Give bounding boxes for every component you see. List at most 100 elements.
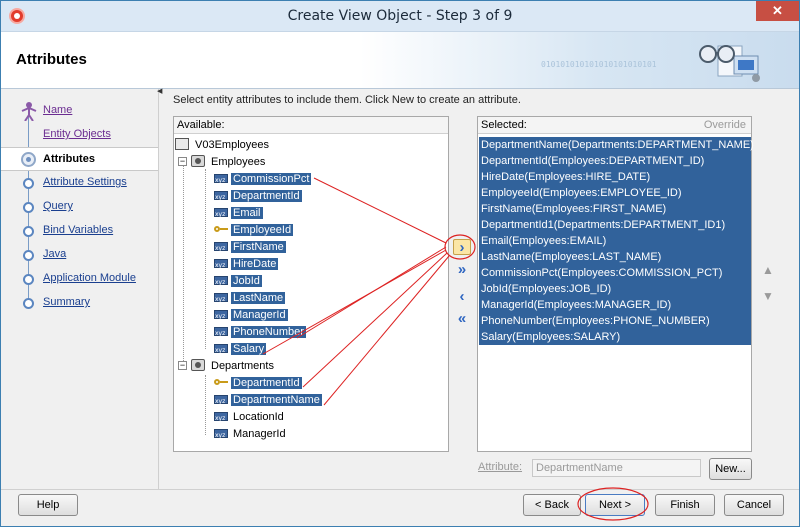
close-button[interactable]: ✕ — [756, 1, 799, 21]
view-object-icon — [175, 138, 189, 151]
nav-step-label[interactable]: Entity Objects — [43, 128, 111, 140]
selected-attr-row[interactable]: Email(Employees:EMAIL) — [479, 233, 751, 249]
nav-step-java[interactable]: Java — [1, 243, 158, 267]
tree-attr-row[interactable]: LastName — [214, 290, 286, 308]
attribute-icon — [214, 206, 228, 223]
attribute-icon — [214, 189, 228, 206]
tree-attr-row[interactable]: DepartmentName — [214, 392, 322, 410]
nav-step-label[interactable]: Summary — [43, 296, 90, 308]
nav-step-name[interactable]: Name — [1, 99, 158, 123]
selected-attr-row[interactable]: LastName(Employees:LAST_NAME) — [479, 249, 751, 265]
tree-attr-row[interactable]: Salary — [214, 341, 267, 359]
nav-step-attribute-settings[interactable]: Attribute Settings — [1, 171, 158, 195]
step-circle-icon — [23, 250, 34, 261]
tree-attr-label: Salary — [231, 343, 267, 355]
header-decoration-text: 010101010101010101010101 — [541, 60, 657, 69]
tree-attr-row[interactable]: PhoneNumber — [214, 324, 306, 342]
tree-attr-label: FirstName — [231, 241, 286, 253]
tree-attr-label: ManagerId — [231, 309, 288, 321]
tree-attr-row[interactable]: DepartmentId — [214, 375, 302, 392]
attribute-icon — [214, 274, 228, 291]
nav-step-application-module[interactable]: Application Module — [1, 267, 158, 291]
tree-attr-row[interactable]: EmployeeId — [214, 222, 294, 239]
selected-attr-row[interactable]: JobId(Employees:JOB_ID) — [479, 281, 751, 297]
tree-root-row[interactable]: V03Employees — [175, 137, 271, 154]
nav-step-bind-variables[interactable]: Bind Variables — [1, 219, 158, 243]
selected-attr-row[interactable]: HireDate(Employees:HIRE_DATE) — [479, 169, 751, 185]
collapse-icon[interactable]: − — [178, 360, 187, 370]
available-header: Available: — [174, 117, 448, 134]
help-button[interactable]: Help — [18, 494, 78, 516]
tree-attr-row[interactable]: Email — [214, 205, 263, 223]
next-button[interactable]: Next > — [585, 494, 645, 516]
selected-attr-row[interactable]: CommissionPct(Employees:COMMISSION_PCT) — [479, 265, 751, 281]
wizard-glasses-icon — [699, 45, 760, 82]
selected-attr-row[interactable]: ManagerId(Employees:MANAGER_ID) — [479, 297, 751, 313]
collapse-icon[interactable]: − — [178, 156, 187, 166]
cancel-button[interactable]: Cancel — [724, 494, 784, 516]
tree-attr-row[interactable]: ManagerId — [214, 426, 288, 444]
nav-step-label[interactable]: Java — [43, 248, 66, 260]
nav-step-label[interactable]: Attribute Settings — [43, 176, 127, 188]
add-all-button[interactable]: » — [453, 262, 471, 278]
add-selected-button[interactable]: › — [453, 239, 471, 255]
attribute-icon — [214, 308, 228, 325]
nav-step-label[interactable]: Query — [43, 200, 73, 212]
available-label: Available: — [177, 119, 225, 131]
tree-attr-label: JobId — [231, 275, 262, 287]
tree-attr-row[interactable]: JobId — [214, 273, 262, 291]
move-down-button[interactable]: ▼ — [760, 289, 776, 303]
selected-label: Selected: — [481, 119, 527, 131]
tree-attr-label: EmployeeId — [231, 224, 294, 236]
tree-attr-row[interactable]: FirstName — [214, 239, 286, 257]
instruction-text: Select entity attributes to include them… — [173, 94, 521, 106]
override-column-header: Override — [703, 119, 746, 131]
tree-guide-line — [205, 375, 206, 435]
selected-attr-row[interactable]: EmployeeId(Employees:EMPLOYEE_ID) — [479, 185, 751, 201]
finish-button[interactable]: Finish — [655, 494, 715, 516]
tree-attr-row[interactable]: DepartmentId — [214, 188, 302, 206]
attribute-icon — [214, 172, 228, 189]
tree-attr-row[interactable]: CommissionPct — [214, 171, 312, 189]
selected-attr-row[interactable]: DepartmentId1(Departments:DEPARTMENT_ID1… — [479, 217, 751, 233]
tree-group-row[interactable]: − Departments — [178, 358, 276, 375]
tree-attr-row[interactable]: HireDate — [214, 256, 279, 274]
remove-selected-button[interactable]: ‹ — [453, 289, 471, 305]
tree-attr-row[interactable]: LocationId — [214, 409, 286, 427]
tree-attr-row[interactable]: ManagerId — [214, 307, 288, 325]
attribute-icon — [214, 410, 228, 427]
step-header: Attributes 010101010101010101010101 — [1, 32, 799, 89]
nav-step-entity-objects[interactable]: Entity Objects — [1, 123, 158, 147]
nav-step-query[interactable]: Query — [1, 195, 158, 219]
nav-step-label[interactable]: Application Module — [43, 272, 136, 284]
attribute-label: Attribute: — [478, 461, 523, 473]
entity-object-icon — [191, 359, 205, 372]
nav-step-attributes[interactable]: Attributes — [1, 147, 158, 171]
available-panel: Available: V03Employees − Employees Commi… — [173, 116, 449, 452]
title-bar: Create View Object - Step 3 of 9 ✕ — [1, 1, 799, 32]
remove-all-button[interactable]: « — [453, 311, 471, 327]
selected-panel: Selected: Override DepartmentName(Depart… — [477, 116, 754, 452]
tree-attr-label: LastName — [231, 292, 286, 304]
selected-attr-row[interactable]: FirstName(Employees:FIRST_NAME) — [479, 201, 751, 217]
attribute-name-field[interactable]: DepartmentName — [532, 459, 701, 477]
attribute-icon — [214, 393, 228, 410]
move-up-button[interactable]: ▲ — [760, 263, 776, 277]
tree-attr-label: DepartmentId — [231, 190, 302, 202]
selected-attr-row[interactable]: DepartmentName(Departments:DEPARTMENT_NA… — [479, 137, 754, 153]
selected-attr-row[interactable]: Salary(Employees:SALARY) — [479, 329, 751, 345]
collapse-nav-icon[interactable]: ◀ — [157, 87, 162, 95]
step-circle-icon — [23, 202, 34, 213]
new-attribute-button[interactable]: New... — [709, 458, 752, 480]
tree-group-row[interactable]: − Employees — [178, 154, 267, 171]
nav-step-label[interactable]: Name — [43, 104, 72, 116]
back-button[interactable]: < Back — [523, 494, 581, 516]
create-view-object-dialog: Create View Object - Step 3 of 9 ✕ Attri… — [0, 0, 800, 527]
nav-step-summary[interactable]: Summary — [1, 291, 158, 315]
selected-attr-row[interactable]: PhoneNumber(Employees:PHONE_NUMBER) — [479, 313, 751, 329]
tree-group-label: Employees — [211, 156, 266, 168]
selected-attr-row[interactable]: DepartmentId(Employees:DEPARTMENT_ID) — [479, 153, 751, 169]
tree-attr-label: HireDate — [231, 258, 279, 270]
nav-step-label[interactable]: Bind Variables — [43, 224, 113, 236]
footer-divider — [1, 489, 799, 490]
